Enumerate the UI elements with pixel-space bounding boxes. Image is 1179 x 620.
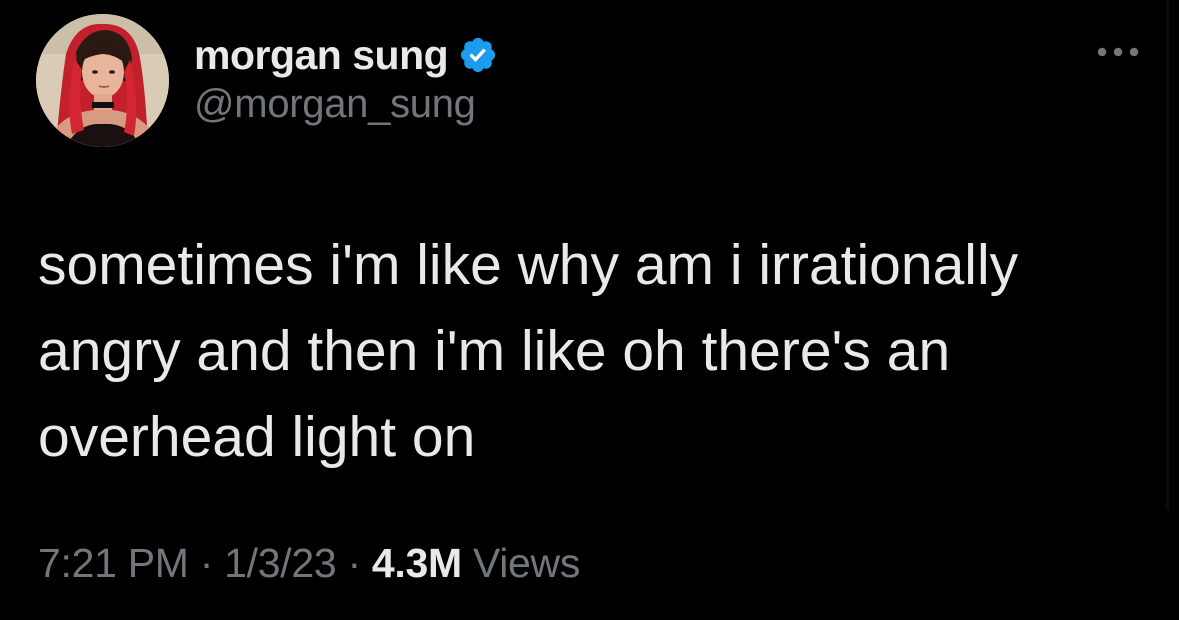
meta-separator: · xyxy=(347,540,361,586)
verified-badge-icon xyxy=(461,37,496,73)
meta-separator: · xyxy=(199,540,214,586)
more-options-button[interactable] xyxy=(1088,32,1148,72)
views-label[interactable]: Views xyxy=(473,540,580,586)
author-name-row: morgan sung xyxy=(194,30,498,80)
tweet-meta: 7:21 PM · 1/3/23 · 4.3M Views xyxy=(38,540,580,587)
scrollbar-track xyxy=(1166,0,1169,510)
tweet-time[interactable]: 7:21 PM xyxy=(38,540,189,586)
author-handle[interactable]: @morgan_sung xyxy=(194,82,476,127)
more-options-icon xyxy=(1097,47,1139,57)
views-count[interactable]: 4.3M xyxy=(372,540,462,586)
tweet-card: morgan sung @morgan_sung sometimes i'm l… xyxy=(0,0,1179,620)
avatar[interactable] xyxy=(36,14,169,147)
tweet-date[interactable]: 1/3/23 xyxy=(224,540,337,586)
tweet-text: sometimes i'm like why am i irrationally… xyxy=(38,233,1019,469)
display-name[interactable]: morgan sung xyxy=(194,32,449,79)
avatar-photo-icon xyxy=(36,14,169,147)
